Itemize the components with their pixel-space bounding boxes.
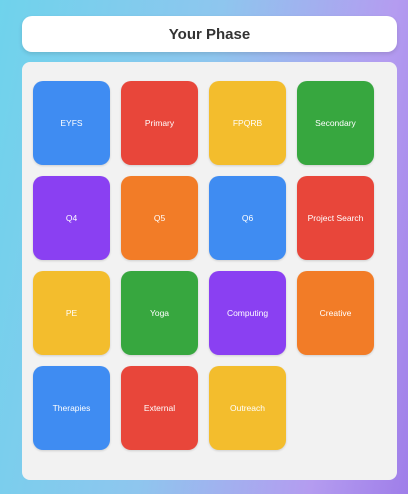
phase-tile-q4[interactable]: Q4 [33,176,110,260]
phase-tile-project-search[interactable]: Project Search [297,176,374,260]
phase-tile-label: External [143,403,176,413]
phase-tile-label: Therapies [52,403,91,413]
phase-tile-label: Computing [226,308,269,318]
phase-header: Your Phase [22,16,397,52]
phase-tile-label: Project Search [307,213,364,223]
phase-tile-label: Q6 [241,213,254,223]
page-title: Your Phase [168,25,251,43]
phase-tile-label: Outreach [230,403,265,413]
phase-tile-external[interactable]: External [121,366,198,450]
phase-tile-primary[interactable]: Primary [121,81,198,165]
phase-tile-label: Q5 [153,213,166,223]
phase-tile-yoga[interactable]: Yoga [121,271,198,355]
phase-tile-label: Yoga [149,308,170,318]
phase-panel: EYFS Primary FPQRB Secondary Q4 Q5 Q6 Pr… [22,62,397,480]
phase-tile-pe[interactable]: PE [33,271,110,355]
phase-tile-secondary[interactable]: Secondary [297,81,374,165]
phase-tile-label: PE [65,308,78,318]
phase-tile-therapies[interactable]: Therapies [33,366,110,450]
phase-tile-fpqrb[interactable]: FPQRB [209,81,286,165]
phase-tile-computing[interactable]: Computing [209,271,286,355]
phase-tile-label: EYFS [60,118,83,128]
phase-tile-label: FPQRB [232,118,263,128]
phase-tile-label: Creative [319,308,352,318]
phase-tile-q5[interactable]: Q5 [121,176,198,260]
phase-tile-label: Q4 [65,213,78,223]
phase-tile-creative[interactable]: Creative [297,271,374,355]
phase-tile-label: Primary [144,118,175,128]
phase-tile-outreach[interactable]: Outreach [209,366,286,450]
phase-tile-q6[interactable]: Q6 [209,176,286,260]
phase-grid: EYFS Primary FPQRB Secondary Q4 Q5 Q6 Pr… [33,81,374,450]
phase-tile-label: Secondary [315,118,356,128]
phase-tile-eyfs[interactable]: EYFS [33,81,110,165]
